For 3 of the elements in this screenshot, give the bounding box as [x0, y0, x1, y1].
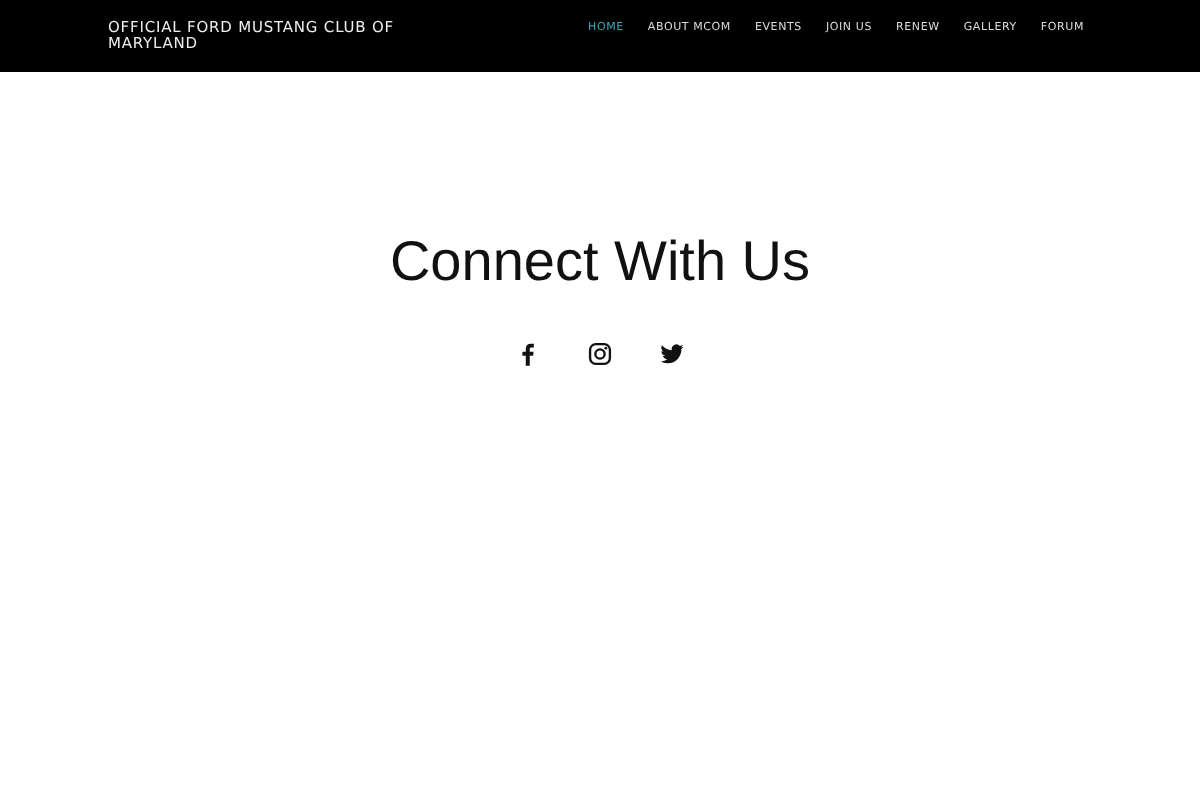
bird-icon[interactable] [658, 340, 686, 368]
section-heading: Connect With Us [387, 228, 813, 296]
camera-icon[interactable] [586, 340, 614, 368]
